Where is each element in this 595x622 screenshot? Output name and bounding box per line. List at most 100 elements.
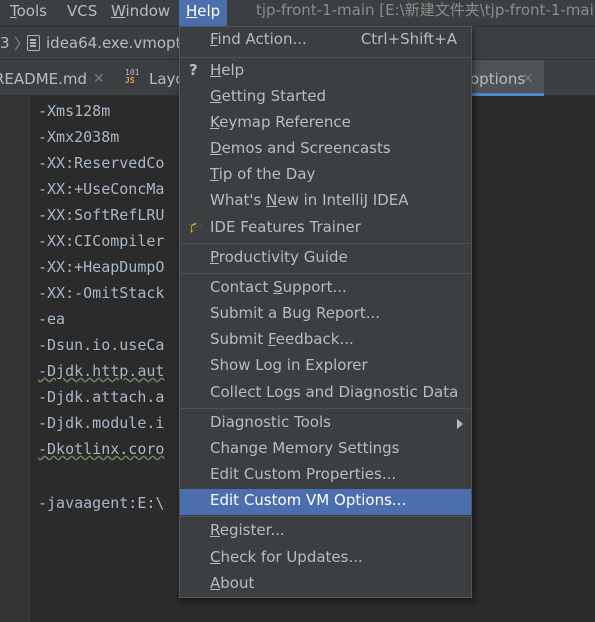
label-rest: bout [220,574,255,592]
tab-readme-label: README.md [0,70,88,88]
menu-item-label: Edit Custom VM Options... [210,491,407,509]
menu-tools-mnemonic: T [10,2,17,20]
menu-separator [180,408,471,409]
menu-item-whats-new[interactable]: What's New in IntelliJ IDEA [180,189,471,215]
menu-item-change-memory[interactable]: Change Memory Settings [180,437,471,463]
menu-bar: Tools VCS Window Help tjp-front-1-main [… [0,0,595,26]
code-line: -XX:CICompiler [38,232,165,250]
menu-item-label: Show Log in Explorer [210,356,368,374]
mnemonic: D [210,139,222,157]
mnemonic: C [210,548,221,566]
menu-vcs-label: VCS [67,2,98,20]
mnemonic: K [210,113,220,131]
window-title: tjp-front-1-main [E:\新建文件夹\tjp-front-1-m… [256,1,595,19]
menu-item-edit-vm-options[interactable]: Edit Custom VM Options... [180,489,471,515]
menu-vcs[interactable]: VCS [67,0,97,26]
close-icon[interactable]: ✕ [522,71,534,87]
label-start: What's [210,191,267,209]
code-line: -Djdk.http.aut [38,362,165,380]
menu-item-label: Register... [210,521,285,539]
menu-window-mnemonic: W [111,2,126,20]
menu-item-label: Check for Updates... [210,548,363,566]
code-line: -Dkotlinx.coro [38,440,165,458]
menu-tools[interactable]: Tools [10,0,47,26]
mnemonic: R [210,521,220,539]
menu-help[interactable]: Help [179,0,228,26]
menu-item-label: About [210,574,254,592]
tab-vmoptions[interactable]: options [470,60,525,96]
label-rest: eedback... [275,330,354,348]
tab-vmoptions-label: options [470,70,526,88]
menu-item-label: Diagnostic Tools [210,413,331,431]
menu-item-find-action[interactable]: Find Action... Ctrl+Shift+A [180,28,471,54]
menu-item-edit-properties[interactable]: Edit Custom Properties... [180,463,471,489]
code-line: -XX:+HeapDumpO [38,258,165,276]
menu-item-contact-support[interactable]: Contact Support... [180,276,471,302]
mnemonic: S [273,278,283,296]
label-start: Contact [210,278,274,296]
mnemonic: F [210,30,218,48]
code-line: -XX:SoftRefLRU [38,206,165,224]
label-rest: heck for Updates... [220,548,363,566]
mnemonic: P [210,248,219,266]
label-rest: upport... [282,278,347,296]
js-file-icon: 101 JS [125,68,140,85]
menu-window-rest: indow [125,2,171,20]
label-rest: emos and Screencasts [221,139,391,157]
menu-tools-rest: ools [16,2,47,20]
mnemonic: F [267,330,276,348]
menu-item-check-updates[interactable]: Check for Updates... [180,546,471,572]
menu-item-diagnostic-tools[interactable]: Diagnostic Tools [180,411,471,437]
code-line: -XX:-OmitStack [38,284,165,302]
menu-item-register[interactable]: Register... [180,519,471,545]
menu-item-submit-feedback[interactable]: Submit Feedback... [180,328,471,354]
label-rest: roductivity Guide [218,248,348,266]
menu-item-keymap-reference[interactable]: Keymap Reference [180,111,471,137]
menu-item-label: Change Memory Settings [210,439,400,457]
menu-item-submit-bug[interactable]: Submit a Bug Report... [180,302,471,328]
mnemonic: T [210,165,219,183]
menu-item-tip-of-day[interactable]: Tip of the Day [180,163,471,189]
menu-item-about[interactable]: About [180,572,471,598]
label-rest: ew in IntelliJ IDEA [277,191,409,209]
code-line: -ea [38,310,66,328]
mnemonic: G [210,87,222,105]
label-rest: ip of the Day [218,165,316,183]
menu-item-label: Submit a Bug Report... [210,304,381,322]
mnemonic: N [266,191,278,209]
menu-item-getting-started[interactable]: Getting Started [180,85,471,111]
menu-separator [180,57,471,58]
breadcrumb-prefix[interactable]: 3 [0,34,10,52]
close-icon[interactable]: ✕ [93,71,105,87]
code-line: -Xms128m [38,102,111,120]
question-icon: ? [189,61,198,79]
menu-item-label: IDE Features Trainer [210,218,361,236]
menu-item-help[interactable]: ? Help [180,59,471,85]
menu-window[interactable]: Window [111,0,170,26]
menu-item-label: Collect Logs and Diagnostic Data [210,383,459,401]
graduation-cap-icon: 🎓 [188,219,205,234]
label-rest: egister... [219,521,285,539]
code-line: -XX:+UseConcMa [38,180,165,198]
submenu-arrow-icon [457,419,463,429]
help-menu: Find Action... Ctrl+Shift+A ? Help Getti… [179,26,472,598]
file-icon [27,35,40,51]
menu-separator [180,516,471,517]
label-start: Submit [210,330,268,348]
code-line: -Dsun.io.useCa [38,336,165,354]
menu-item-label: Contact Support... [210,278,347,296]
menu-item-demos[interactable]: Demos and Screencasts [180,137,471,163]
tab-readme[interactable]: README.md [0,60,87,96]
menu-item-productivity-guide[interactable]: Productivity Guide [180,246,471,272]
code-line: -Djdk.attach.a [38,388,165,406]
code-line: -Xmx2038m [38,128,120,146]
menu-item-label: Keymap Reference [210,113,351,131]
menu-item-label: Tip of the Day [210,165,315,183]
label-rest: eymap Reference [219,113,351,131]
menu-item-label: Getting Started [210,87,326,105]
menu-item-collect-logs[interactable]: Collect Logs and Diagnostic Data [180,381,471,407]
menu-item-shortcut: Ctrl+Shift+A [360,30,457,48]
menu-item-show-log[interactable]: Show Log in Explorer [180,354,471,380]
menu-item-features-trainer[interactable]: 🎓 IDE Features Trainer [180,216,471,242]
menu-help-rest: elp [197,2,221,20]
